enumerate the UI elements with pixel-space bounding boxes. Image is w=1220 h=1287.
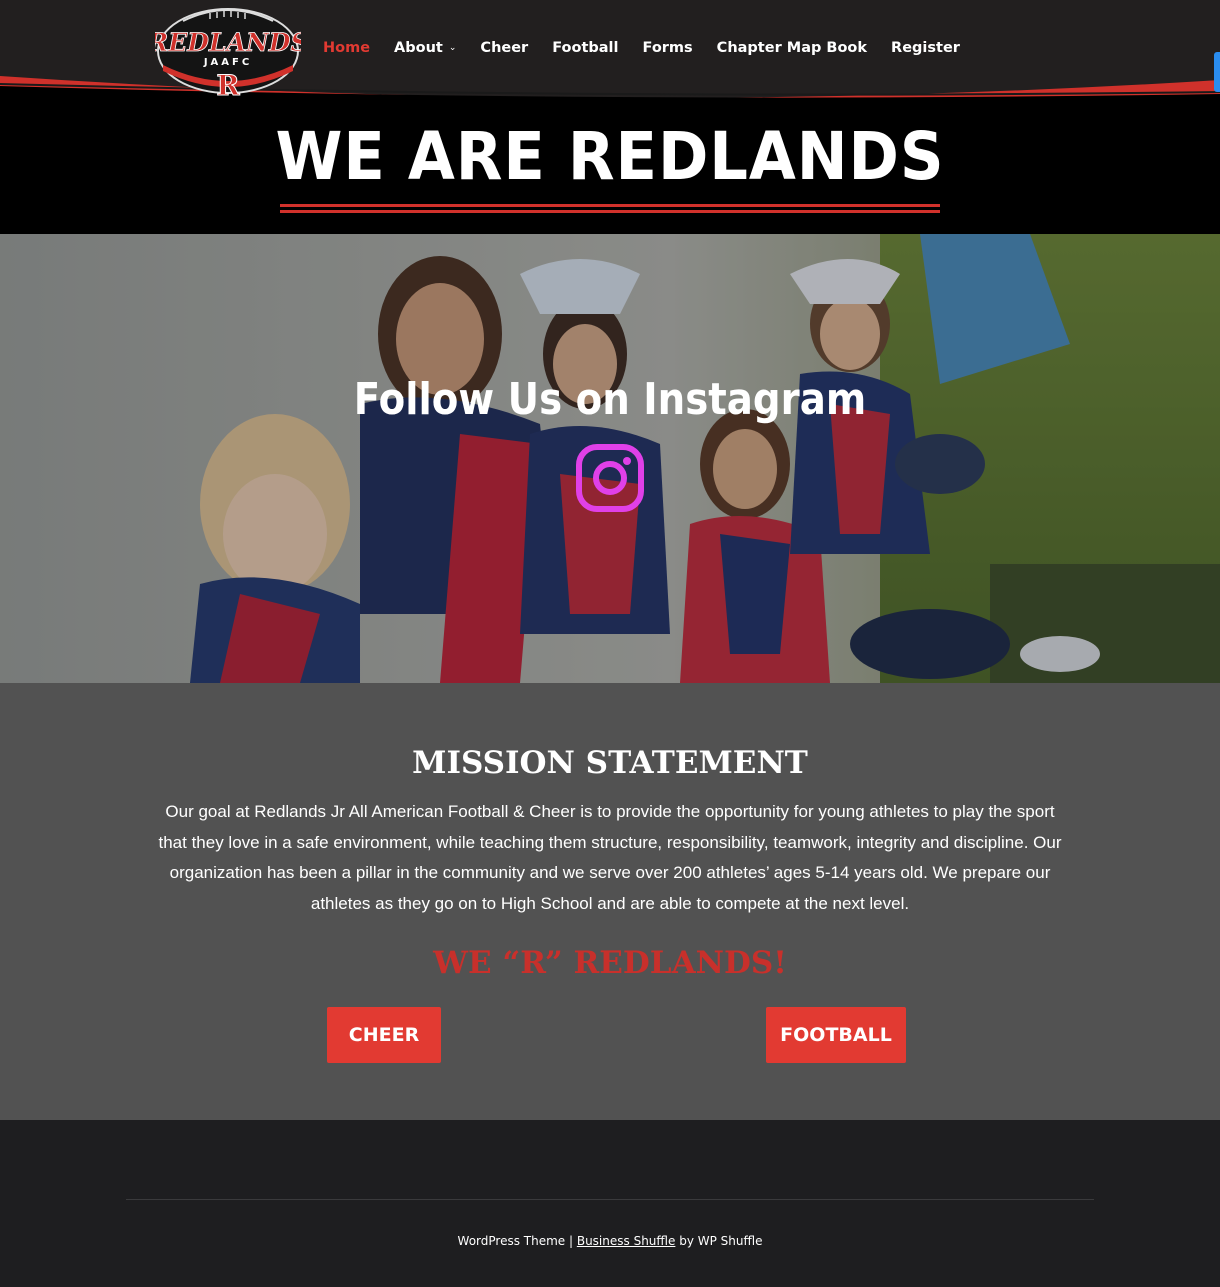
nav-item-register[interactable]: Register <box>891 40 960 56</box>
svg-text:JAAFC: JAAFC <box>203 57 252 68</box>
main-nav: Home About ⌄ Cheer Football Forms Chapter… <box>323 40 984 56</box>
banner-divider <box>280 210 940 213</box>
nav-item-cheer[interactable]: Cheer <box>480 40 528 56</box>
title-banner: WE ARE REDLANDS <box>0 104 1220 234</box>
mission-body: Our goal at Redlands Jr All American Foo… <box>158 802 1062 913</box>
cheer-button[interactable]: CHEER <box>327 1007 441 1063</box>
banner-divider <box>280 204 940 207</box>
mission-title: MISSION STATEMENT <box>412 745 808 781</box>
nav-item-football[interactable]: Football <box>552 40 618 56</box>
instagram-heading: Follow Us on Instagram <box>353 374 867 425</box>
mission-section: MISSION STATEMENT Our goal at Redlands J… <box>0 683 1220 1120</box>
mission-tagline: WE “R” REDLANDS! <box>433 945 787 981</box>
nav-item-about[interactable]: About ⌄ <box>394 40 456 56</box>
site-footer: WordPress Theme | Business Shuffle by WP… <box>0 1120 1220 1287</box>
football-button[interactable]: FOOTBALL <box>766 1007 906 1063</box>
footer-credit-prefix: WordPress Theme | <box>457 1234 577 1248</box>
nav-item-chapter-map-book[interactable]: Chapter Map Book <box>717 40 867 56</box>
nav-label: Home <box>323 40 371 56</box>
nav-item-forms[interactable]: Forms <box>643 40 693 56</box>
site-logo[interactable]: REDLANDS JAAFC R <box>146 5 309 103</box>
nav-label: Register <box>891 40 960 56</box>
instagram-glyph <box>576 444 644 512</box>
site-header: REDLANDS JAAFC R Home About ⌄ Cheer Footb… <box>0 0 1220 104</box>
logo-graphic: REDLANDS JAAFC R <box>146 8 309 103</box>
nav-label: Forms <box>642 40 693 56</box>
nav-label: Football <box>552 40 619 56</box>
svg-text:REDLANDS: REDLANDS <box>155 28 301 57</box>
side-edge-tab[interactable] <box>1214 52 1220 92</box>
theme-link[interactable]: Business Shuffle <box>577 1234 676 1248</box>
instagram-icon[interactable] <box>574 442 646 514</box>
footer-credit-suffix: by WP Shuffle <box>675 1234 763 1248</box>
chevron-down-icon: ⌄ <box>448 43 457 53</box>
footer-credit: WordPress Theme | Business Shuffle by WP… <box>0 1234 1220 1248</box>
nav-item-home[interactable]: Home <box>323 40 370 56</box>
svg-text:R: R <box>216 69 240 97</box>
instagram-hero: Follow Us on Instagram <box>0 234 1220 683</box>
nav-label: About <box>394 40 443 56</box>
nav-label: Cheer <box>480 40 529 56</box>
banner-title: WE ARE REDLANDS <box>275 118 945 195</box>
footer-divider <box>126 1199 1094 1200</box>
nav-label: Chapter Map Book <box>716 40 868 56</box>
